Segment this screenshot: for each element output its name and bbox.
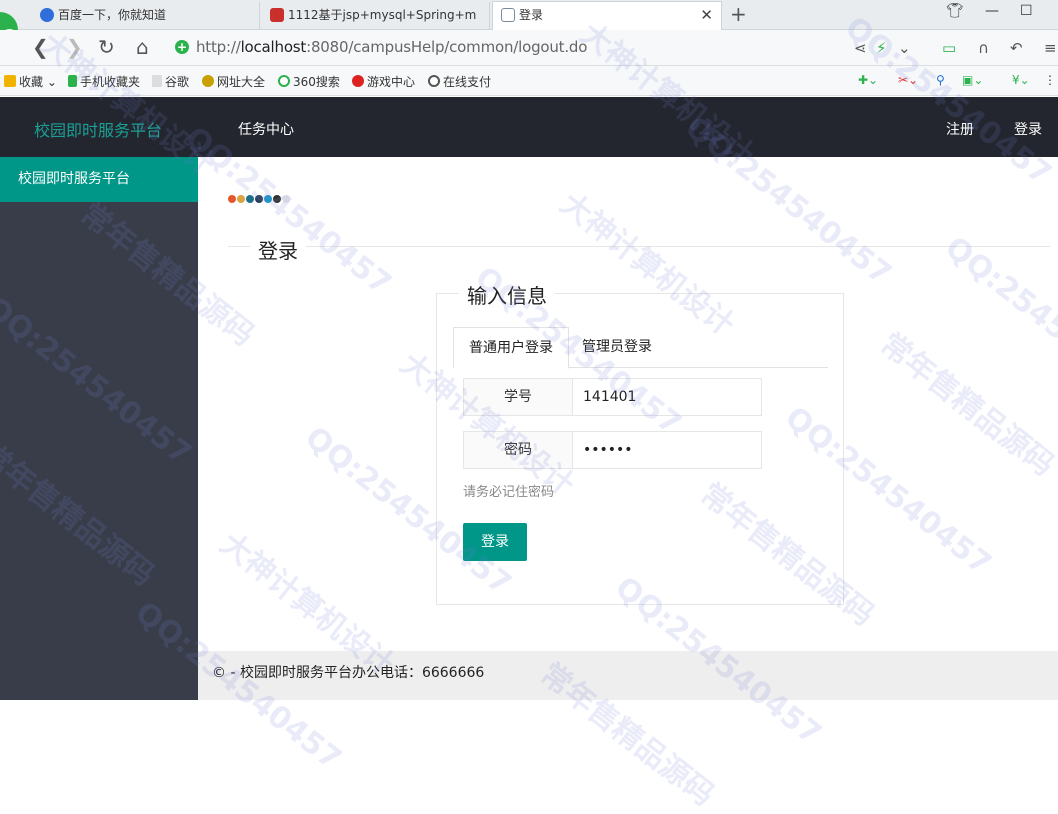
password-input[interactable]: •••••• bbox=[572, 431, 762, 469]
pay-icon bbox=[428, 75, 440, 87]
login-tabs: 普通用户登录 管理员登录 bbox=[453, 327, 828, 369]
chevron-down-icon[interactable]: ⌄ bbox=[898, 39, 911, 57]
password-hint: 请务必记住密码 bbox=[463, 485, 555, 500]
color-dot bbox=[282, 195, 290, 203]
browser-tab-project[interactable]: 1112基于jsp+mysql+Spring+m bbox=[262, 2, 490, 30]
tab-user-login[interactable]: 普通用户登录 bbox=[453, 327, 569, 369]
hao-icon bbox=[202, 75, 214, 87]
home-icon[interactable]: ⌂ bbox=[136, 36, 149, 58]
more-icon[interactable]: ⋮ bbox=[1044, 73, 1056, 87]
color-dots-decoration bbox=[228, 192, 291, 203]
student-id-label: 学号 bbox=[463, 378, 573, 416]
footer: © - 校园即时服务平台办公电话：6666666 bbox=[198, 651, 1058, 700]
project-favicon-icon bbox=[270, 8, 284, 22]
color-dot bbox=[228, 195, 236, 203]
battery-icon[interactable]: ▭ bbox=[942, 39, 956, 57]
scissors-icon[interactable]: ✂⌄ bbox=[898, 73, 918, 87]
bookmark-mobile[interactable]: 手机收藏夹 bbox=[68, 73, 140, 90]
color-dot bbox=[246, 195, 254, 203]
bookmark-pay[interactable]: 在线支付 bbox=[428, 73, 491, 90]
browser-tab-title: 登录 bbox=[519, 8, 544, 22]
undo-icon[interactable]: ↶ bbox=[1010, 39, 1023, 57]
search-icon[interactable]: ⚲ bbox=[936, 73, 945, 87]
menu-icon[interactable]: ≡ bbox=[1044, 39, 1057, 57]
page-icon bbox=[152, 75, 162, 87]
image-favicon-icon bbox=[501, 8, 515, 22]
share-icon[interactable]: ⋖ bbox=[854, 39, 867, 57]
student-id-row: 学号 141401 bbox=[463, 378, 763, 416]
sidebar-item-platform[interactable]: 校园即时服务平台 bbox=[0, 157, 198, 202]
address-bar: ❮ ❯ ↻ ⌂ + http://localhost:8080/campusHe… bbox=[0, 30, 1058, 66]
top-navigation: 校园即时服务平台 任务中心 注册 登录 bbox=[0, 97, 1058, 157]
sidebar: 校园即时服务平台 bbox=[0, 157, 198, 700]
extension-add-icon[interactable]: ✚⌄ bbox=[858, 73, 878, 87]
student-id-input[interactable]: 141401 bbox=[572, 378, 762, 416]
bookmarks-bar: 收藏 ⌄ 手机收藏夹 谷歌 网址大全 360搜索 游戏中心 在线支付 ✚⌄ ✂⌄… bbox=[0, 66, 1058, 96]
lightning-icon[interactable]: ⚡ bbox=[876, 39, 887, 57]
nav-task-center[interactable]: 任务中心 bbox=[238, 119, 294, 139]
headphones-icon[interactable]: ∩ bbox=[978, 39, 989, 57]
browser-tab-login[interactable]: 登录 ✕ bbox=[492, 1, 722, 31]
color-dot bbox=[273, 195, 281, 203]
star-icon bbox=[4, 75, 16, 87]
url-input[interactable]: http://localhost:8080/campusHelp/common/… bbox=[196, 38, 587, 56]
minimize-icon[interactable]: — bbox=[985, 3, 999, 19]
page-title: 登录 bbox=[250, 235, 306, 264]
game-icon bbox=[352, 75, 364, 87]
nav-register[interactable]: 注册 bbox=[946, 119, 974, 139]
section-divider bbox=[228, 246, 1050, 247]
bookmark-google[interactable]: 谷歌 bbox=[152, 73, 189, 90]
search-360-icon bbox=[278, 75, 290, 87]
bookmark-games[interactable]: 游戏中心 bbox=[352, 73, 415, 90]
maximize-icon[interactable]: ☐ bbox=[1020, 3, 1033, 19]
new-tab-icon[interactable]: + bbox=[730, 2, 747, 26]
browser-tab-bar: 百度一下，你就知道 1112基于jsp+mysql+Spring+m 登录 ✕ … bbox=[0, 0, 1058, 31]
bookmark-360[interactable]: 360搜索 bbox=[278, 73, 340, 90]
gamepad-icon[interactable]: ▣⌄ bbox=[962, 73, 983, 87]
bookmark-favorites[interactable]: 收藏 ⌄ bbox=[4, 73, 57, 90]
reload-icon[interactable]: ↻ bbox=[98, 36, 115, 58]
tab-admin-login[interactable]: 管理员登录 bbox=[567, 327, 667, 368]
password-row: 密码 •••••• bbox=[463, 431, 763, 469]
baidu-paw-icon bbox=[40, 8, 54, 22]
yuan-icon[interactable]: ¥⌄ bbox=[1012, 73, 1030, 87]
password-label: 密码 bbox=[463, 431, 573, 469]
browser-tab-baidu[interactable]: 百度一下，你就知道 bbox=[32, 2, 260, 30]
close-tab-icon[interactable]: ✕ bbox=[700, 2, 713, 28]
color-dot bbox=[237, 195, 245, 203]
nav-login[interactable]: 登录 bbox=[1014, 119, 1042, 139]
back-icon[interactable]: ❮ bbox=[32, 36, 49, 58]
bookmark-hao[interactable]: 网址大全 bbox=[202, 73, 265, 90]
login-fieldset: 输入信息 普通用户登录 管理员登录 学号 141401 密码 •••••• 请务… bbox=[436, 280, 844, 605]
color-dot bbox=[255, 195, 263, 203]
main-content: 登录 输入信息 普通用户登录 管理员登录 学号 141401 密码 ••••••… bbox=[198, 157, 1058, 651]
color-dot bbox=[264, 195, 272, 203]
shirt-skin-icon[interactable]: 👕︎ bbox=[946, 3, 964, 19]
browser-tab-title: 百度一下，你就知道 bbox=[58, 8, 167, 22]
phone-icon bbox=[68, 75, 77, 87]
browser-tab-title: 1112基于jsp+mysql+Spring+m bbox=[288, 8, 477, 22]
secure-shield-icon: + bbox=[175, 40, 189, 54]
brand-title[interactable]: 校园即时服务平台 bbox=[34, 117, 162, 141]
login-button[interactable]: 登录 bbox=[463, 523, 527, 561]
fieldset-legend: 输入信息 bbox=[459, 280, 555, 309]
forward-icon[interactable]: ❯ bbox=[66, 36, 83, 58]
